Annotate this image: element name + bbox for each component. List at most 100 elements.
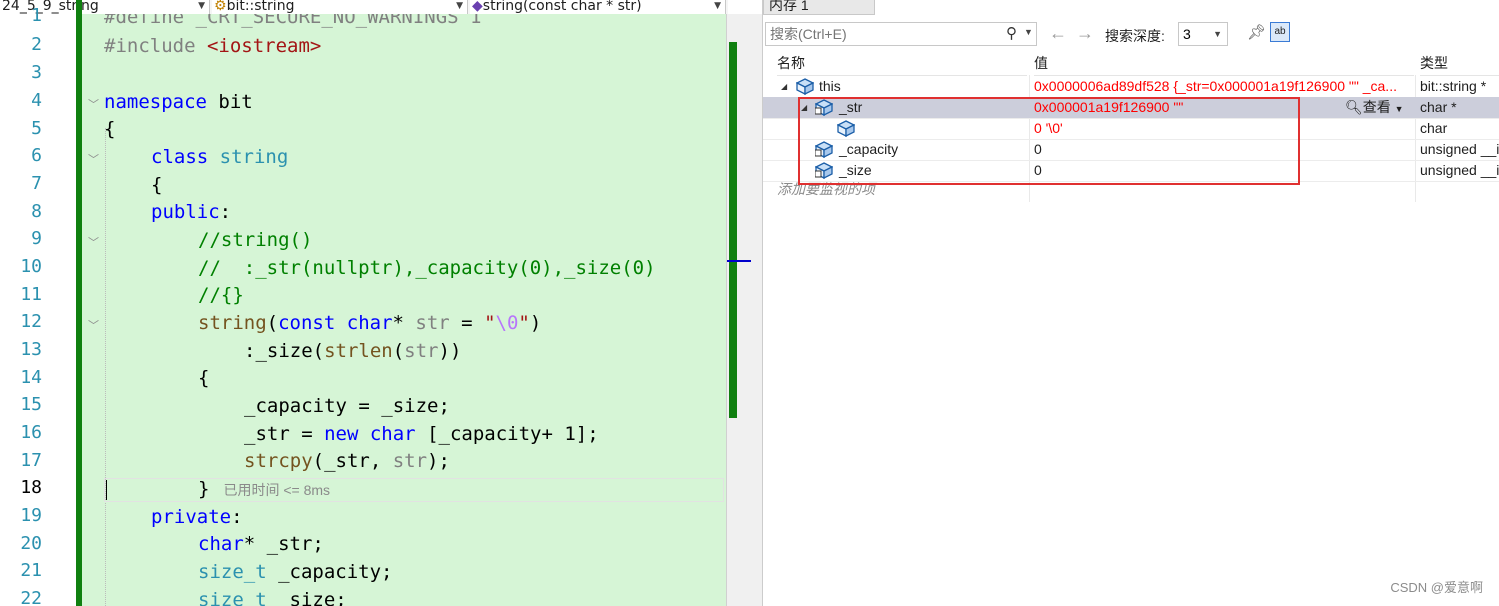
code-token: str [404,340,439,362]
chevron-down-icon: ▼ [714,1,721,11]
code-editor[interactable]: 24_5_9_string ▼ ⚙bit::string ▼ ◆string(c… [0,0,728,606]
code-token: ) [529,312,542,334]
code-token: _size; [266,589,347,606]
code-token: ( [266,312,279,334]
watch-row[interactable]: _capacity 0 unsigned __i [763,139,1499,161]
code-token: string [198,312,267,334]
code-area[interactable]: #define _CRT_SECURE_NO_WARNINGS 1 #inclu… [82,14,726,606]
tab-memory[interactable]: 内存 1 [763,0,875,15]
watch-grid: 名称 值 类型 ◢ this 0x0000006ad89df528 {_str=… [763,51,1499,606]
search-depth-label: 搜索深度: [1105,28,1165,44]
watch-row[interactable]: 0 '\0' char [763,118,1499,140]
code-token: str [392,450,428,472]
member-dropdown[interactable]: ◆string(const char * str) ▼ [470,0,726,14]
scope-dropdown[interactable]: ⚙bit::string ▼ [212,0,468,14]
code-line-4: namespace bit [104,88,253,116]
collapse-icon[interactable]: ﹀ [88,234,99,250]
watch-row-type: bit::string * [1420,78,1487,94]
code-line-6: class string [151,143,288,171]
code-line-2: #include <iostream> [104,32,321,60]
watch-row-name: this [819,78,841,94]
watch-panel: 内存 1 ⚲ ▼ ← → 搜索深度: 3 ▼ 📌︎ ab 名称 值 类型 ◢ t… [762,0,1499,606]
column-header-value[interactable]: 值 [1034,51,1414,76]
watch-row-name: _capacity [839,141,899,157]
column-header-type[interactable]: 类型 [1420,51,1499,76]
arrow-right-icon[interactable]: → [1076,23,1094,44]
code-token: _str = [244,423,325,445]
line-number: 12 [20,311,42,332]
search-field[interactable]: ⚲ ▼ [765,22,1037,46]
search-depth-select[interactable]: 3 ▼ [1178,22,1228,46]
code-line-14: { [198,367,210,389]
watch-row[interactable]: ◢ this 0x0000006ad89df528 {_str=0x000001… [763,76,1499,98]
hex-display-icon[interactable]: ab [1270,22,1290,42]
watch-row-value[interactable]: 0 [1034,160,1414,181]
text-caret [106,480,107,500]
watch-row-name: _size [839,162,872,178]
collapse-icon[interactable]: ﹀ [88,151,99,167]
arrow-left-icon[interactable]: ← [1049,23,1067,44]
code-token: namespace [104,91,207,113]
indent-guide [105,128,107,606]
search-icon[interactable]: ⚲ [1006,24,1017,42]
code-token: char [346,312,393,334]
chevron-down-icon[interactable]: ▼ [1024,27,1033,37]
code-token: const [278,312,336,334]
collapse-icon[interactable]: ﹀ [88,317,99,333]
code-token: char [198,533,244,555]
code-line-12: string(const char* str = "\0") [198,309,541,337]
code-token: public [151,201,220,223]
code-token: " [518,312,530,334]
chevron-down-icon: ▼ [198,1,205,11]
code-line-17: strcpy(_str, str); [244,447,450,475]
code-token: _capacity; [266,561,393,583]
editor-scrollbar[interactable] [726,14,762,606]
line-number: 13 [20,339,42,360]
watch-row-type: char * [1420,99,1457,115]
watch-row-value[interactable]: 0x0000006ad89df528 {_str=0x000001a19f126… [1034,76,1414,97]
code-token: char [369,423,416,445]
add-watch-item[interactable]: 添加要监视的项 [777,179,875,199]
code-token: new [324,423,359,445]
code-line-22: size_t _size; [198,586,347,606]
code-line-10: // :_str(nullptr),_capacity(0),_size(0) [198,257,656,279]
pin-icon[interactable]: 📌︎ [1247,23,1266,41]
code-token: : [219,201,232,223]
code-token: ); [427,450,450,472]
column-header-name[interactable]: 名称 [777,51,1027,76]
code-token: (_str, [312,450,393,472]
chevron-down-icon: ▼ [1213,29,1222,39]
code-token: size_t [198,589,267,606]
code-token: [_capacity+ 1]; [415,423,599,445]
code-line-20: char* _str; [198,530,324,558]
watch-row-value[interactable]: 0x000001a19f126900 "" [1034,97,1334,118]
member-label: string(const char * str) [482,0,642,14]
code-token: = [449,312,485,334]
search-input[interactable] [770,25,1000,43]
code-token: private [151,506,232,528]
line-number: 1 [31,5,42,26]
watch-row-selected[interactable]: ◢ _str 0x000001a19f126900 "" 🔍︎查看 ▼ char… [763,97,1499,119]
code-token: )) [438,340,462,362]
collapse-triangle-icon[interactable]: ◢ [801,97,807,118]
code-token: size_t [198,561,267,583]
line-number: 14 [20,367,42,388]
line-number: 17 [20,450,42,471]
watch-row-value[interactable]: 0 '\0' [1034,118,1414,139]
visualizer-button[interactable]: 🔍︎查看 ▼ [1345,97,1404,120]
line-number: 22 [20,588,42,606]
code-line-16: _str = new char [_capacity+ 1]; [244,420,599,448]
collapse-icon[interactable]: ﹀ [88,96,99,112]
code-token: * _str; [243,533,324,555]
private-field-icon [815,99,833,116]
chevron-down-icon: ▼ [456,1,463,11]
watch-row-type: unsigned __i [1420,162,1499,178]
line-number: 8 [31,201,42,222]
scrollbar-change-marker [729,42,737,418]
line-number: 19 [20,505,42,526]
code-line-1: #define _CRT_SECURE_NO_WARNINGS 1 [104,14,482,28]
watch-row-value[interactable]: 0 [1034,139,1414,160]
code-token: : [231,506,243,528]
collapse-triangle-icon[interactable]: ◢ [781,76,787,97]
